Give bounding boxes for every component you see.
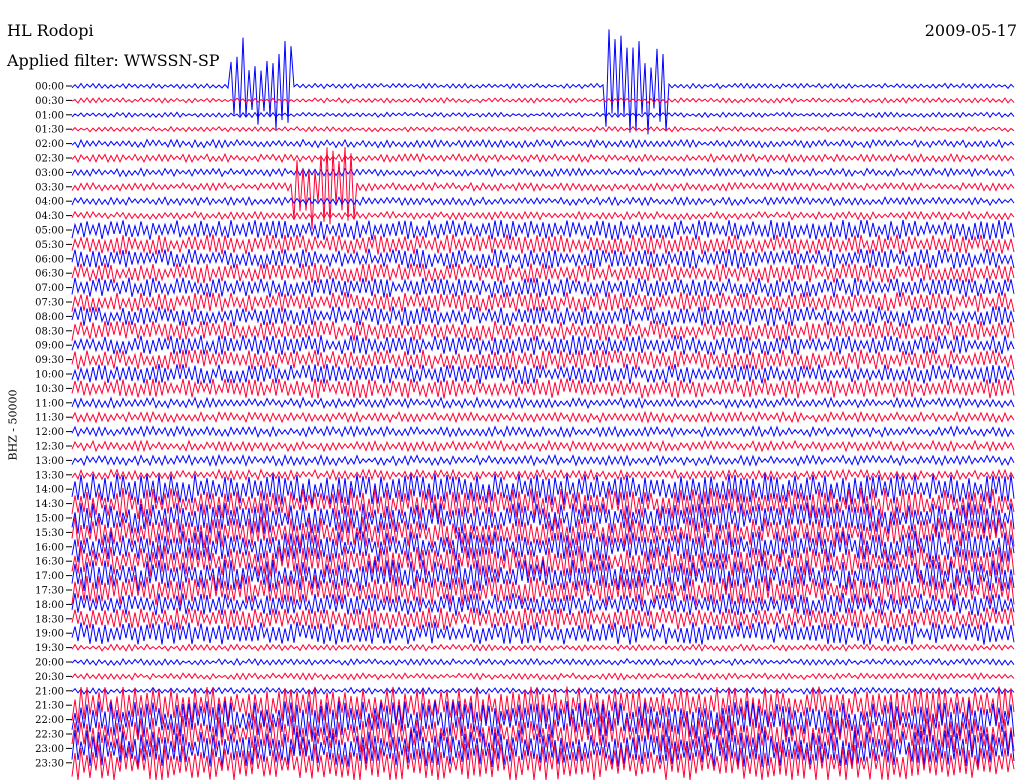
tick-label: 12:00 (35, 427, 64, 438)
trace-1230 (71, 439, 1015, 453)
tick-label: 08:30 (35, 326, 64, 337)
tick-label: 02:30 (35, 154, 64, 165)
tick-label: 06:30 (35, 269, 64, 280)
trace-1300 (71, 453, 1015, 468)
tick-label: 22:30 (35, 730, 64, 741)
tick-label: 20:30 (35, 672, 64, 683)
tick-label: 07:00 (35, 283, 64, 294)
tick-label: 04:30 (35, 211, 64, 222)
trace-1030 (71, 378, 1015, 399)
trace-0300 (71, 167, 1015, 178)
tick-label: 10:00 (35, 370, 64, 381)
tick-label: 22:00 (35, 715, 64, 726)
tick-label: 03:30 (35, 182, 64, 193)
tick-label: 20:00 (35, 658, 64, 669)
tick-label: 03:00 (35, 168, 64, 179)
tick-label: 19:00 (35, 629, 64, 640)
trace-2000 (71, 657, 1015, 667)
tick-label: 05:30 (35, 240, 64, 251)
tick-label: 00:00 (35, 82, 64, 93)
tick-label: 21:30 (35, 701, 64, 712)
tick-label: 11:30 (35, 413, 64, 424)
trace-group (71, 29, 1015, 780)
trace-1100 (71, 396, 1015, 410)
tick-label: 21:00 (35, 686, 64, 697)
seismogram-plot: 00:00 00:30 01:00 01:30 02:00 02:30 03:00 03:30… (35, 29, 1015, 780)
trace-0230 (71, 152, 1015, 164)
tick-label: 18:00 (35, 600, 64, 611)
trace-0000 (71, 29, 1015, 135)
trace-1200 (71, 424, 1015, 439)
tick-label: 14:00 (35, 485, 64, 496)
tick-label: 01:00 (35, 110, 64, 121)
tick-label: 02:00 (35, 139, 64, 150)
tick-label: 04:00 (35, 197, 64, 208)
tick-label: 06:00 (35, 254, 64, 265)
tick-label: 09:30 (35, 355, 64, 366)
tick-label: 16:30 (35, 557, 64, 568)
tick-label: 07:30 (35, 298, 64, 309)
tick-label: 05:00 (35, 226, 64, 237)
tick-label: 00:30 (35, 96, 64, 107)
trace-0100 (71, 111, 1015, 119)
trace-1500 (71, 502, 1015, 534)
tick-label: 17:00 (35, 571, 64, 582)
trace-1900 (71, 621, 1015, 645)
trace-1430 (71, 487, 1015, 520)
trace-0400 (71, 195, 1015, 207)
tick-label: 13:00 (35, 456, 64, 467)
tick-label: 13:30 (35, 470, 64, 481)
trace-0200 (71, 138, 1015, 149)
trace-1930 (71, 643, 1015, 652)
trace-0130 (71, 125, 1015, 133)
trace-0430 (71, 210, 1015, 221)
tick-label: 11:00 (35, 398, 64, 409)
tick-label: 23:30 (35, 758, 64, 769)
tick-label: 10:30 (35, 384, 64, 395)
tick-label: 23:00 (35, 744, 64, 755)
trace-1130 (71, 410, 1015, 424)
tick-label: 18:30 (35, 614, 64, 625)
tick-label: 15:30 (35, 528, 64, 539)
time-tick-labels: 00:00 00:30 01:00 01:30 02:00 02:30 03:00 03:30… (35, 82, 72, 769)
tick-label: 19:30 (35, 643, 64, 654)
trace-2200 (71, 700, 1015, 739)
tick-label: 08:00 (35, 312, 64, 323)
tick-label: 12:30 (35, 442, 64, 453)
trace-2030 (71, 672, 1015, 681)
seismogram-page: HL Rodopi 2009-05-17 Applied filter: WWS… (0, 0, 1024, 780)
tick-label: 09:00 (35, 341, 64, 352)
tick-label: 16:00 (35, 542, 64, 553)
tick-label: 14:30 (35, 499, 64, 510)
trace-0030 (71, 96, 1015, 104)
tick-label: 17:30 (35, 586, 64, 597)
trace-0330 (71, 147, 1015, 230)
tick-label: 01:30 (35, 125, 64, 136)
tick-label: 15:00 (35, 514, 64, 525)
trace-2330 (71, 744, 1015, 780)
